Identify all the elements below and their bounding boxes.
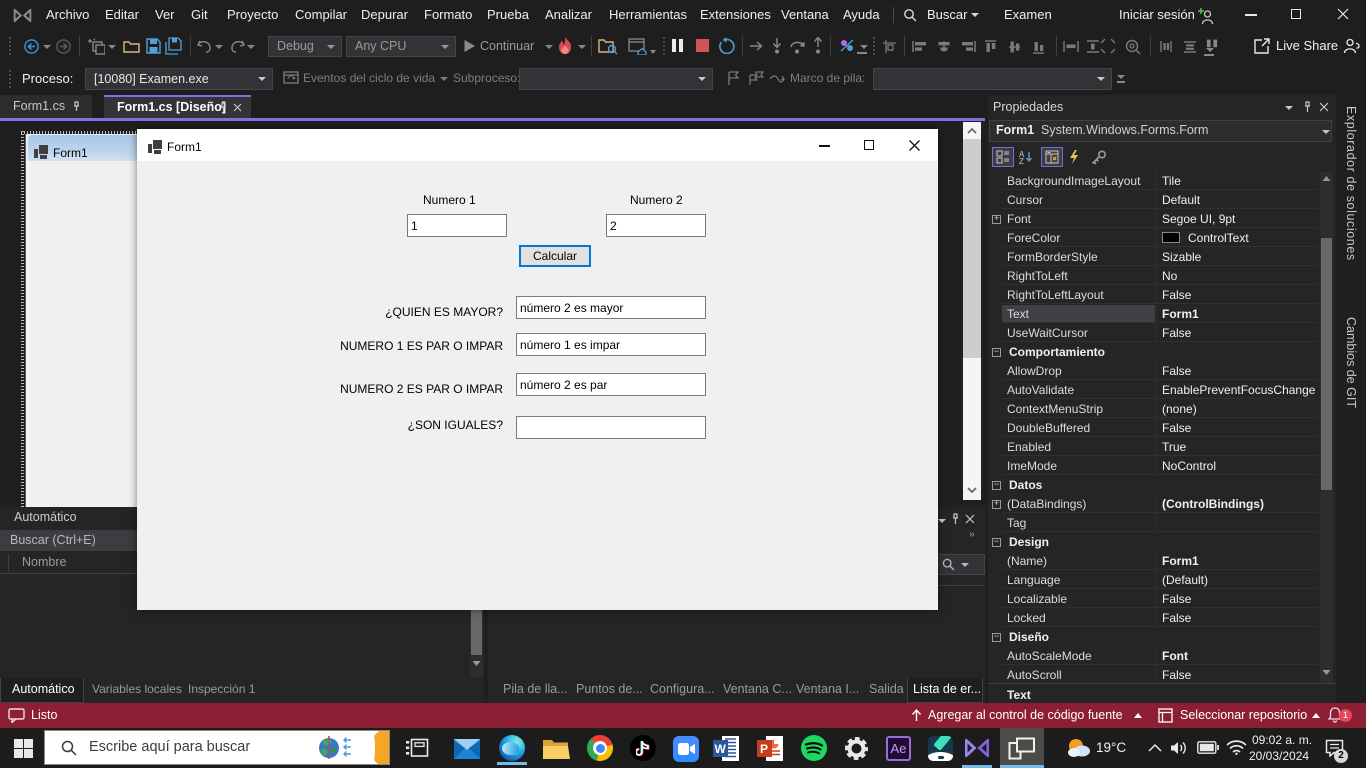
svg-text:Z: Z — [1019, 157, 1024, 164]
svg-text:P: P — [760, 742, 768, 756]
svg-text:W: W — [715, 742, 727, 756]
